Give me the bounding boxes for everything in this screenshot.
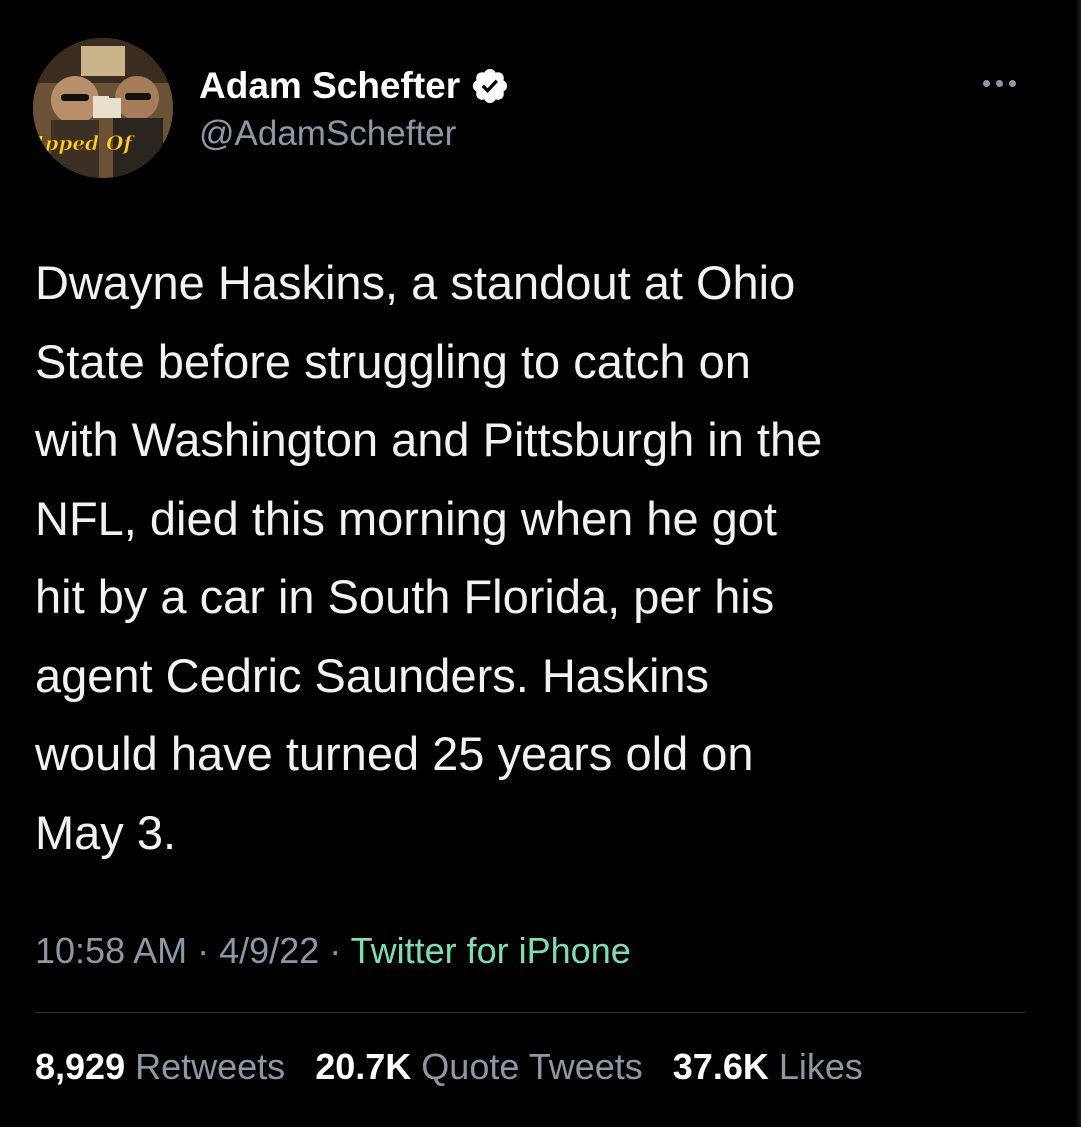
author-display-name[interactable]: Adam Schefter: [199, 65, 460, 107]
tweet-text: Dwayne Haskins, a standout at Ohio State…: [35, 256, 823, 859]
tweet-meta: 10:58 AM · 4/9/22 · Twitter for iPhone: [35, 930, 631, 972]
quote-tweets-count: 20.7K: [315, 1046, 412, 1087]
likes-label: Likes: [778, 1046, 863, 1087]
quote-tweets-label: Quote Tweets: [421, 1046, 643, 1087]
avatar[interactable]: Ιpped Of: [33, 38, 173, 178]
likes-count: 37.6K: [672, 1046, 769, 1087]
author-handle[interactable]: @AdamSchefter: [199, 114, 510, 154]
tweet-time[interactable]: 10:58 AM: [35, 930, 187, 971]
verified-badge-icon: [470, 66, 510, 106]
tweet-header: Ιpped Of Adam Schefter @AdamSchefter: [33, 38, 1021, 178]
meta-separator: ·: [329, 930, 342, 971]
likes-stat[interactable]: 37.6K Likes: [673, 1046, 863, 1087]
divider: [35, 1012, 1025, 1013]
name-row: Adam Schefter: [199, 64, 510, 108]
quote-tweets-stat[interactable]: 20.7K Quote Tweets: [315, 1046, 643, 1087]
tweet-date[interactable]: 4/9/22: [219, 930, 319, 971]
more-options-icon[interactable]: [977, 73, 1021, 93]
retweets-stat[interactable]: 8,929 Retweets: [35, 1046, 285, 1087]
window-edge: [1075, 0, 1081, 1127]
retweets-label: Retweets: [135, 1046, 286, 1087]
svg-text:Ιpped Of: Ιpped Of: [34, 131, 135, 155]
tweet-stats: 8,929 Retweets 20.7K Quote Tweets 37.6K …: [35, 1046, 883, 1088]
avatar-logo-text: Ιpped Of: [34, 131, 136, 156]
author-block: Adam Schefter @AdamSchefter: [199, 64, 510, 154]
more-dot: [1008, 79, 1016, 87]
tweet-source-link[interactable]: Twitter for iPhone: [351, 930, 631, 971]
retweets-count: 8,929: [35, 1046, 126, 1087]
more-dot: [982, 79, 990, 87]
more-dot: [995, 79, 1003, 87]
meta-separator: ·: [197, 930, 210, 971]
